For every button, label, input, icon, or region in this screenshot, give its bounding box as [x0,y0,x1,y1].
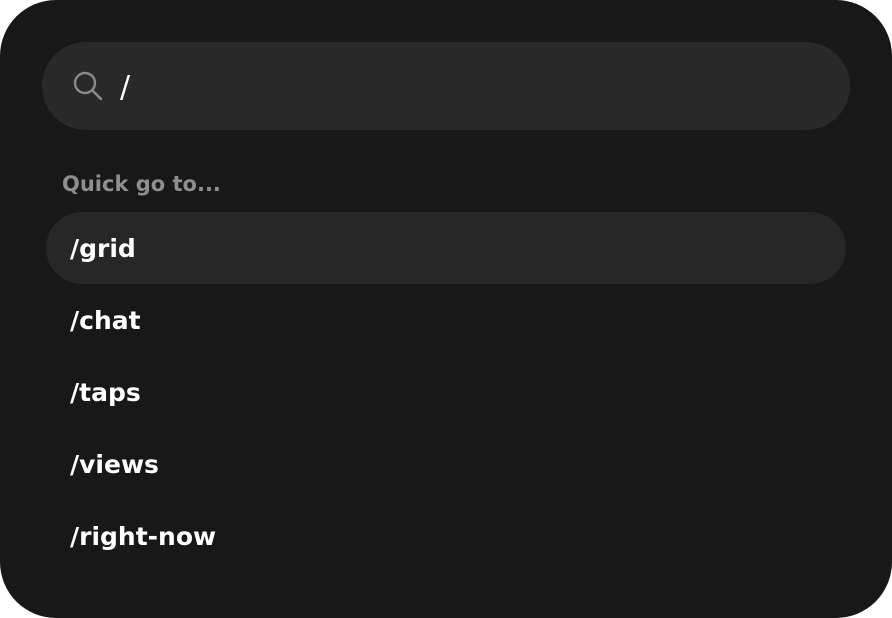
result-item-label: /taps [70,377,141,407]
results-list: /grid /chat /taps /views /right-now [46,212,846,572]
result-item-views[interactable]: /views [46,428,846,500]
search-input[interactable] [120,62,820,112]
section-label: Quick go to... [62,172,221,196]
result-item-grid[interactable]: /grid [46,212,846,284]
result-item-label: /right-now [70,521,217,551]
command-palette: Quick go to... /grid /chat /taps /views … [0,0,892,618]
result-item-label: /views [70,449,159,479]
search-icon [73,71,103,101]
result-item-label: /grid [70,233,136,263]
result-item-right-now[interactable]: /right-now [46,500,846,572]
result-item-label: /chat [70,305,141,335]
result-item-taps[interactable]: /taps [46,356,846,428]
result-item-chat[interactable]: /chat [46,284,846,356]
